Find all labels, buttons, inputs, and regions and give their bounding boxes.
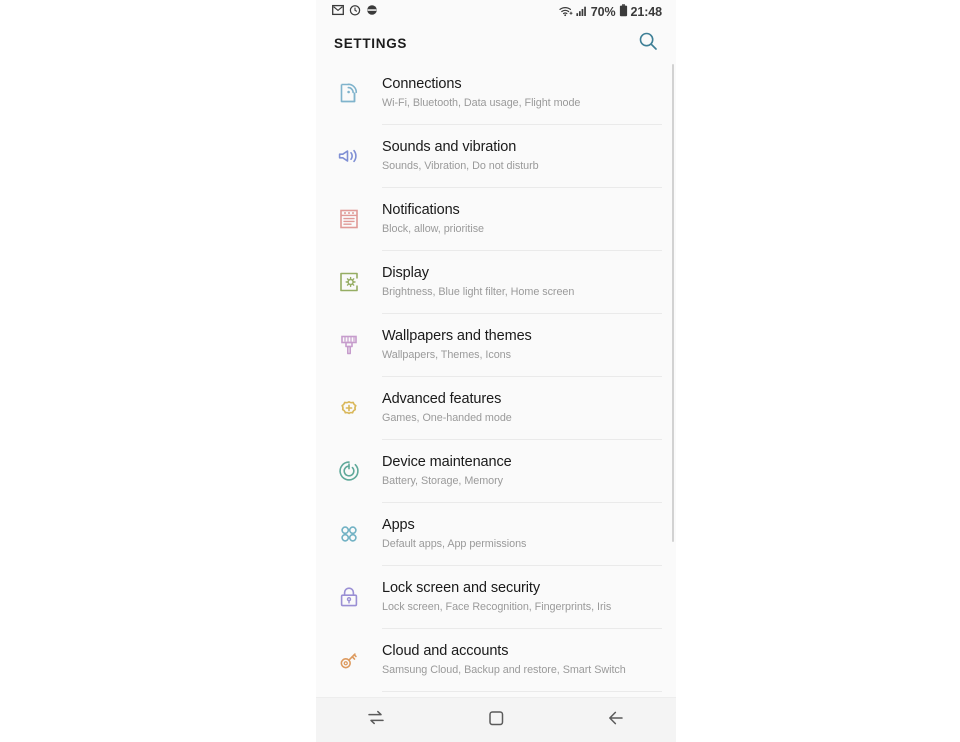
list-item-text: Apps Default apps, App permissions xyxy=(382,503,662,566)
list-item-subtitle: Default apps, App permissions xyxy=(382,538,527,550)
list-item-title: Device maintenance xyxy=(382,454,512,470)
list-item-subtitle: Block, allow, prioritise xyxy=(382,223,485,235)
list-item-sounds-and-vibration[interactable]: Sounds and vibration Sounds, Vibration, … xyxy=(316,125,676,188)
clock-alarm-icon xyxy=(349,3,361,21)
recents-button[interactable] xyxy=(348,700,404,740)
list-item-google[interactable]: Google Google settings xyxy=(316,692,676,697)
search-icon xyxy=(638,31,658,56)
status-bar-left-icons xyxy=(332,3,378,21)
key-icon xyxy=(316,629,382,673)
back-icon xyxy=(605,707,627,734)
apps-grid-icon xyxy=(316,503,382,547)
status-bar: 70% 21:48 xyxy=(316,0,676,24)
scrollbar-thumb[interactable] xyxy=(672,64,674,542)
list-item-text: Google Google settings xyxy=(382,692,662,697)
sound-speaker-icon xyxy=(316,125,382,169)
list-item-lock-screen-and-security[interactable]: Lock screen and security Lock screen, Fa… xyxy=(316,566,676,629)
settings-list-inner: Connections Wi-Fi, Bluetooth, Data usage… xyxy=(316,62,676,697)
record-icon xyxy=(366,3,378,21)
list-item-wallpapers-and-themes[interactable]: Wallpapers and themes Wallpapers, Themes… xyxy=(316,314,676,377)
list-item-title: Cloud and accounts xyxy=(382,643,509,659)
list-item-title: Notifications xyxy=(382,202,460,218)
search-button[interactable] xyxy=(634,29,662,57)
signal-bars-icon xyxy=(576,5,588,20)
battery-percent: 70% xyxy=(590,5,616,19)
list-item-text: Sounds and vibration Sounds, Vibration, … xyxy=(382,125,662,188)
wifi-icon xyxy=(559,5,573,20)
list-item-subtitle: Brightness, Blue light filter, Home scre… xyxy=(382,286,575,298)
list-item-title: Advanced features xyxy=(382,391,502,407)
list-item-title: Display xyxy=(382,265,429,281)
navigation-bar xyxy=(316,697,676,742)
list-item-subtitle: Sounds, Vibration, Do not disturb xyxy=(382,160,539,172)
home-icon xyxy=(485,707,507,734)
settings-list[interactable]: Connections Wi-Fi, Bluetooth, Data usage… xyxy=(316,62,676,697)
power-refresh-icon xyxy=(316,440,382,484)
display-screen-icon xyxy=(316,251,382,295)
list-item-title: Wallpapers and themes xyxy=(382,328,532,344)
list-item-subtitle: Games, One-handed mode xyxy=(382,412,512,424)
phone-screen: 70% 21:48 SETTINGS Connections Wi-Fi, Bl… xyxy=(316,0,676,742)
list-item-title: Sounds and vibration xyxy=(382,139,517,155)
list-item-cloud-and-accounts[interactable]: Cloud and accounts Samsung Cloud, Backup… xyxy=(316,629,676,692)
list-item-text: Wallpapers and themes Wallpapers, Themes… xyxy=(382,314,662,377)
list-item-title: Connections xyxy=(382,76,462,92)
list-item-title: Lock screen and security xyxy=(382,580,540,596)
paint-brush-icon xyxy=(316,314,382,358)
list-item-subtitle: Wi-Fi, Bluetooth, Data usage, Flight mod… xyxy=(382,97,581,109)
list-item-apps[interactable]: Apps Default apps, App permissions xyxy=(316,503,676,566)
notifications-card-icon xyxy=(316,188,382,232)
mail-icon xyxy=(332,3,344,21)
connections-icon xyxy=(316,62,382,106)
list-item-notifications[interactable]: Notifications Block, allow, prioritise xyxy=(316,188,676,251)
list-item-subtitle: Samsung Cloud, Backup and restore, Smart… xyxy=(382,664,626,676)
recents-icon xyxy=(365,707,387,734)
page-title: SETTINGS xyxy=(334,35,408,51)
list-item-title: Apps xyxy=(382,517,415,533)
list-item-text: Lock screen and security Lock screen, Fa… xyxy=(382,566,662,629)
status-bar-time: 21:48 xyxy=(630,5,663,19)
app-bar: SETTINGS xyxy=(316,24,676,62)
battery-icon xyxy=(619,4,628,20)
lock-icon xyxy=(316,566,382,610)
list-item-subtitle: Lock screen, Face Recognition, Fingerpri… xyxy=(382,601,612,613)
list-item-text: Connections Wi-Fi, Bluetooth, Data usage… xyxy=(382,62,662,125)
list-item-text: Notifications Block, allow, prioritise xyxy=(382,188,662,251)
list-item-display[interactable]: Display Brightness, Blue light filter, H… xyxy=(316,251,676,314)
list-item-text: Display Brightness, Blue light filter, H… xyxy=(382,251,662,314)
back-button[interactable] xyxy=(588,700,644,740)
list-item-subtitle: Battery, Storage, Memory xyxy=(382,475,504,487)
list-item-text: Advanced features Games, One-handed mode xyxy=(382,377,662,440)
gear-plus-icon xyxy=(316,377,382,421)
list-item-device-maintenance[interactable]: Device maintenance Battery, Storage, Mem… xyxy=(316,440,676,503)
list-item-connections[interactable]: Connections Wi-Fi, Bluetooth, Data usage… xyxy=(316,62,676,125)
list-item-text: Cloud and accounts Samsung Cloud, Backup… xyxy=(382,629,662,692)
list-item-subtitle: Wallpapers, Themes, Icons xyxy=(382,349,511,361)
status-bar-right: 70% 21:48 xyxy=(559,4,662,20)
list-item-text: Device maintenance Battery, Storage, Mem… xyxy=(382,440,662,503)
google-g-icon xyxy=(316,692,382,697)
home-button[interactable] xyxy=(468,700,524,740)
list-item-advanced-features[interactable]: Advanced features Games, One-handed mode xyxy=(316,377,676,440)
